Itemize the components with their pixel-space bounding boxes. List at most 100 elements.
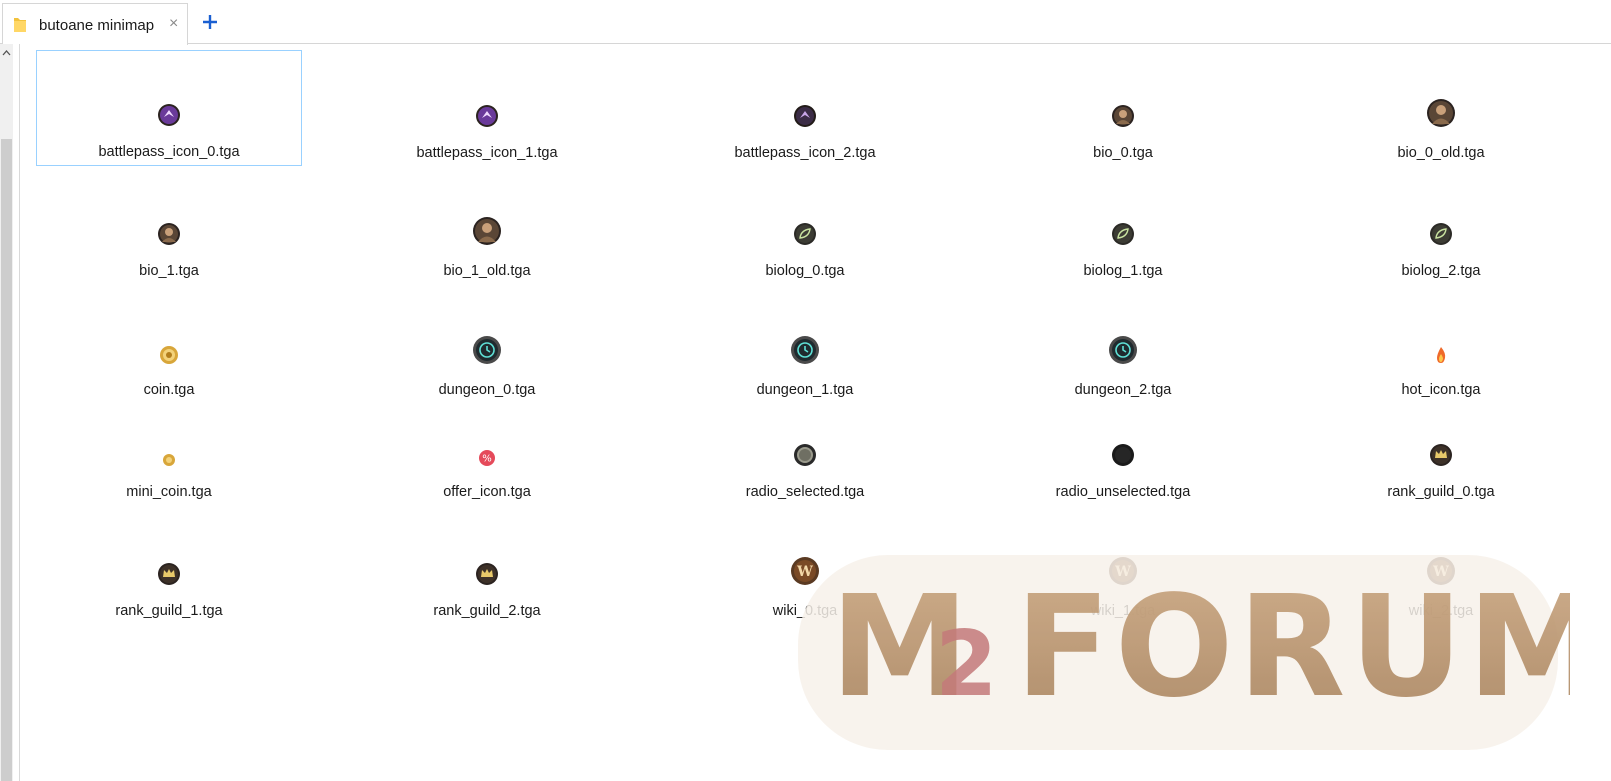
scrollbar-thumb[interactable]	[1, 139, 12, 781]
file-name: wiki_1.tga	[1090, 603, 1156, 619]
file-name: radio_selected.tga	[745, 484, 865, 500]
tab-butoane-minimap[interactable]: butoane minimap ×	[2, 3, 188, 45]
file-thumbnail	[36, 345, 302, 365]
file-thumbnail	[354, 104, 620, 128]
tab-bar: butoane minimap ×	[0, 0, 1611, 45]
file-name: bio_0.tga	[1093, 145, 1153, 161]
file-thumbnail	[672, 104, 938, 128]
file-item[interactable]: rank_guild_1.tga	[36, 508, 302, 624]
file-item[interactable]: coin.tga	[36, 287, 302, 403]
file-thumbnail	[37, 103, 301, 127]
file-item[interactable]: biolog_2.tga	[1308, 168, 1574, 284]
battlepass-icon	[158, 104, 180, 126]
file-item[interactable]: battlepass_icon_1.tga	[354, 50, 620, 166]
svg-text:W: W	[1114, 564, 1131, 580]
file-thumbnail	[1308, 443, 1574, 467]
file-thumbnail: %	[354, 449, 620, 467]
file-item[interactable]: hot_icon.tga	[1308, 287, 1574, 403]
file-item[interactable]: rank_guild_2.tga	[354, 508, 620, 624]
file-item[interactable]: biolog_0.tga	[672, 168, 938, 284]
file-item[interactable]: Wwiki_0.tga	[672, 508, 938, 624]
file-thumbnail	[354, 216, 620, 246]
bio-portrait-icon	[1112, 105, 1134, 127]
file-thumbnail	[672, 335, 938, 365]
file-grid: battlepass_icon_0.tga battlepass_icon_1.t…	[20, 44, 1611, 781]
file-thumbnail	[672, 222, 938, 246]
file-name: biolog_0.tga	[765, 263, 845, 279]
tab-title: butoane minimap	[39, 17, 155, 34]
file-name: biolog_1.tga	[1083, 263, 1163, 279]
coin-icon	[160, 346, 178, 364]
crown-icon	[158, 563, 180, 585]
crown-icon	[476, 563, 498, 585]
file-item[interactable]: dungeon_1.tga	[672, 287, 938, 403]
file-name: biolog_2.tga	[1401, 263, 1481, 279]
battlepass-icon	[476, 105, 498, 127]
file-name: battlepass_icon_1.tga	[416, 145, 558, 161]
clock-icon	[791, 336, 819, 364]
bio-portrait-icon-large	[473, 217, 501, 245]
scroll-up-arrow-icon[interactable]	[0, 44, 13, 62]
bio-portrait-icon	[158, 223, 180, 245]
close-tab-icon[interactable]: ×	[169, 15, 178, 33]
file-item[interactable]: dungeon_0.tga	[354, 287, 620, 403]
file-item[interactable]: radio_unselected.tga	[990, 389, 1256, 505]
file-name: battlepass_icon_2.tga	[734, 145, 876, 161]
file-item[interactable]: bio_1.tga	[36, 168, 302, 284]
file-item[interactable]: battlepass_icon_2.tga	[672, 50, 938, 166]
file-name: rank_guild_0.tga	[1387, 484, 1495, 500]
radio-selected-icon	[794, 444, 816, 466]
file-item[interactable]: biolog_1.tga	[990, 168, 1256, 284]
new-tab-plus-icon[interactable]	[200, 12, 220, 32]
file-thumbnail	[1308, 345, 1574, 365]
file-item[interactable]: bio_0.tga	[990, 50, 1256, 166]
file-name: wiki_2.tga	[1408, 603, 1474, 619]
file-name: bio_0_old.tga	[1397, 145, 1485, 161]
file-name: mini_coin.tga	[126, 484, 212, 500]
vertical-scrollbar[interactable]	[0, 44, 13, 781]
file-thumbnail	[1308, 98, 1574, 128]
clock-icon	[1109, 336, 1137, 364]
file-thumbnail: W	[672, 556, 938, 586]
file-thumbnail	[990, 335, 1256, 365]
file-item[interactable]: rank_guild_0.tga	[1308, 389, 1574, 505]
file-item[interactable]: dungeon_2.tga	[990, 287, 1256, 403]
wiki-w-icon: W	[1109, 557, 1137, 585]
folder-icon	[14, 18, 26, 32]
leaf-icon	[1430, 223, 1452, 245]
file-thumbnail	[354, 335, 620, 365]
file-name: bio_1.tga	[139, 263, 199, 279]
wiki-w-icon: W	[1427, 557, 1455, 585]
svg-text:W: W	[1432, 564, 1449, 580]
file-name: battlepass_icon_0.tga	[98, 144, 240, 160]
file-thumbnail	[672, 443, 938, 467]
radio-unselected-icon	[1112, 444, 1134, 466]
file-thumbnail	[990, 443, 1256, 467]
file-item[interactable]: battlepass_icon_0.tga	[36, 50, 302, 166]
file-thumbnail	[1308, 222, 1574, 246]
wiki-w-icon: W	[791, 557, 819, 585]
file-name: offer_icon.tga	[443, 484, 531, 500]
file-thumbnail	[36, 562, 302, 586]
svg-text:W: W	[796, 564, 813, 580]
mini-coin-icon	[163, 454, 175, 466]
file-thumbnail	[36, 222, 302, 246]
file-thumbnail	[990, 222, 1256, 246]
leaf-icon	[794, 223, 816, 245]
file-item[interactable]: Wwiki_2.tga	[1308, 508, 1574, 624]
file-item[interactable]: mini_coin.tga	[36, 389, 302, 505]
file-item[interactable]: bio_0_old.tga	[1308, 50, 1574, 166]
battlepass-icon-dark	[794, 105, 816, 127]
file-name: bio_1_old.tga	[443, 263, 531, 279]
file-name: radio_unselected.tga	[1055, 484, 1191, 500]
file-thumbnail	[990, 104, 1256, 128]
file-item[interactable]: Wwiki_1.tga	[990, 508, 1256, 624]
file-item[interactable]: radio_selected.tga	[672, 389, 938, 505]
file-thumbnail	[354, 562, 620, 586]
file-name: wiki_0.tga	[772, 603, 838, 619]
offer-percent-icon: %	[479, 450, 495, 466]
file-item[interactable]: bio_1_old.tga	[354, 168, 620, 284]
file-thumbnail	[36, 453, 302, 467]
file-thumbnail: W	[1308, 556, 1574, 586]
file-item[interactable]: % offer_icon.tga	[354, 389, 620, 505]
